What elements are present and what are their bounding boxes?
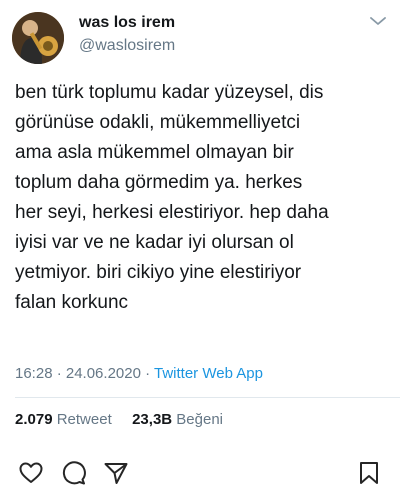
tweet-text-line: falan korkunc	[15, 292, 129, 313]
tweet-text-line: görünüse odakli, mükemmelliyetci	[15, 112, 301, 133]
tweet-meta: 16:28 · 24.06.2020 · Twitter Web App	[15, 365, 263, 382]
source-link[interactable]: Twitter Web App	[154, 365, 263, 382]
tweet-text: ben türk toplumu kadar yüzeysel, dis gör…	[15, 78, 393, 318]
retweet-count[interactable]: 2.079	[15, 411, 53, 428]
tweet-text-line: yetmiyor. biri cikiyo yine elestiriyor	[15, 262, 302, 283]
tweet-text-line: iyisi var ve ne kadar iyi olursan ol	[15, 232, 294, 253]
tweet-text-line: ben türk toplumu kadar yüzeysel, dis	[15, 82, 324, 103]
tweet-card: was los irem @waslosirem ben türk toplum…	[0, 0, 400, 450]
username[interactable]: @waslosirem	[79, 37, 175, 55]
tweet-text-line: ama asla mükemmel olmayan bir	[15, 142, 294, 163]
tweet-stats: 2.079 Retweet 23,3B Beğeni	[15, 411, 223, 428]
chevron-down-icon[interactable]	[368, 14, 388, 28]
send-icon[interactable]	[103, 460, 129, 486]
tweet-text-line: her seyi, herkesi elestiriyor. hep daha	[15, 202, 329, 223]
avatar-image	[12, 12, 64, 64]
display-name[interactable]: was los irem	[79, 14, 175, 32]
bookmark-icon[interactable]	[356, 460, 382, 486]
like-label[interactable]: Beğeni	[176, 411, 223, 428]
retweet-label[interactable]: Retweet	[57, 411, 112, 428]
like-count[interactable]: 23,3B	[132, 411, 172, 428]
action-bar	[0, 450, 400, 498]
tweet-text-line: toplum daha görmedim ya. herkes	[15, 172, 303, 193]
divider	[15, 397, 400, 398]
comment-icon[interactable]	[60, 460, 86, 486]
heart-icon[interactable]	[18, 460, 44, 486]
avatar[interactable]	[12, 12, 64, 64]
timestamp[interactable]: 16:28 · 24.06.2020 ·	[15, 365, 154, 382]
